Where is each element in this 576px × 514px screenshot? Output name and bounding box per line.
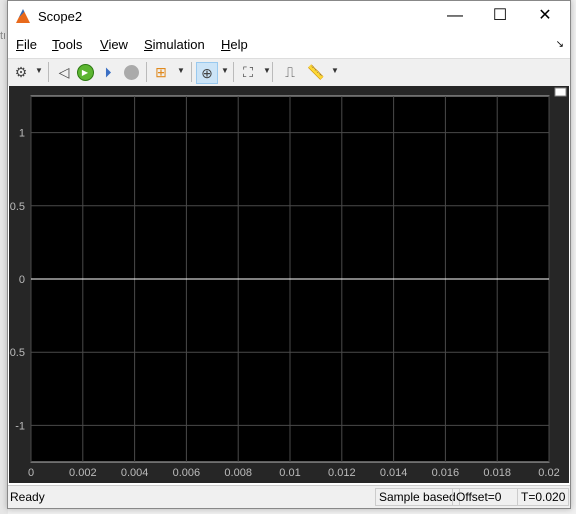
status-text: Ready bbox=[10, 490, 45, 504]
y-tick-label: 1 bbox=[19, 128, 25, 140]
x-tick-label: 0.008 bbox=[224, 467, 252, 479]
separator bbox=[272, 62, 273, 82]
menu-bar: File Tools View Simulation Help ↘ bbox=[8, 33, 570, 57]
x-tick-label: 0.012 bbox=[328, 467, 356, 479]
measurements-dropdown[interactable]: ▼ bbox=[331, 66, 339, 75]
separator bbox=[191, 62, 192, 82]
gear-icon[interactable]: ⚙ bbox=[11, 62, 31, 82]
menu-tools[interactable]: Tools bbox=[52, 37, 82, 52]
minimize-button[interactable]: — bbox=[432, 1, 478, 31]
x-tick-label: 0.016 bbox=[432, 467, 460, 479]
window-title: Scope2 bbox=[38, 9, 83, 24]
y-tick-label: 0 bbox=[19, 274, 25, 286]
y-tick-label: -1 bbox=[15, 420, 25, 432]
menu-file[interactable]: File bbox=[16, 37, 37, 52]
autoscale-icon[interactable]: ⛶ bbox=[238, 62, 258, 82]
undock-icon[interactable]: ↘ bbox=[556, 39, 564, 50]
step-back-icon[interactable]: ◁ bbox=[54, 62, 74, 82]
menu-view[interactable]: View bbox=[100, 37, 128, 52]
status-bar: Ready Sample based Offset=0 T=0.020 bbox=[8, 485, 570, 508]
separator bbox=[146, 62, 147, 82]
step-forward-icon[interactable]: ⏵ bbox=[98, 62, 118, 82]
signal-dropdown[interactable]: ▼ bbox=[177, 66, 185, 75]
zoom-dropdown[interactable]: ▼ bbox=[221, 66, 229, 75]
title-bar[interactable]: Scope2 — ☐ ✕ bbox=[8, 1, 570, 31]
run-icon[interactable]: ▶ bbox=[75, 62, 95, 82]
x-tick-label: 0 bbox=[28, 467, 34, 479]
y-tick-label: 0.5 bbox=[10, 201, 25, 213]
x-tick-label: 0.02 bbox=[538, 467, 559, 479]
status-time: T=0.020 bbox=[517, 488, 570, 506]
background-text: tı bbox=[0, 30, 7, 42]
status-offset: Offset=0 bbox=[452, 488, 518, 506]
x-tick-label: 0.006 bbox=[173, 467, 201, 479]
status-mode: Sample based bbox=[375, 488, 460, 506]
menu-help[interactable]: Help bbox=[221, 37, 248, 52]
scope-display: 0 0.002 0.004 0.006 0.008 0.01 0.012 0.014 0.016… bbox=[6, 86, 569, 483]
stop-icon[interactable] bbox=[121, 62, 141, 82]
x-tick-label: 0.01 bbox=[279, 467, 300, 479]
x-tick-label: 0.018 bbox=[483, 467, 511, 479]
measurements-icon[interactable]: 📏 bbox=[306, 62, 326, 82]
maximize-button[interactable]: ☐ bbox=[477, 1, 523, 31]
toolbar: ⚙ ▼ ◁ ▶ ⏵ ⊞ ▼ ⊕ ▼ ⛶ ▼ ⎍ 📏 ▼ bbox=[8, 58, 570, 86]
triggers-icon[interactable]: ⎍ bbox=[280, 62, 300, 82]
gear-dropdown[interactable]: ▼ bbox=[35, 66, 43, 75]
separator bbox=[233, 62, 234, 82]
x-tick-label: 0.014 bbox=[380, 467, 408, 479]
matlab-icon bbox=[16, 9, 30, 23]
close-button[interactable]: ✕ bbox=[522, 1, 568, 31]
x-tick-label: 0.004 bbox=[121, 467, 149, 479]
signal-select-icon[interactable]: ⊞ bbox=[151, 62, 171, 82]
zoom-in-icon[interactable]: ⊕ bbox=[196, 62, 218, 84]
y-tick-label: -0.5 bbox=[9, 347, 25, 359]
menu-simulation[interactable]: Simulation bbox=[144, 37, 205, 52]
x-tick-label: 0.002 bbox=[69, 467, 97, 479]
restore-axes-icon[interactable] bbox=[554, 87, 567, 97]
scope-window: Scope2 — ☐ ✕ File Tools View Simulation … bbox=[6, 0, 571, 509]
autoscale-dropdown[interactable]: ▼ bbox=[263, 66, 271, 75]
separator bbox=[48, 62, 49, 82]
plot-area[interactable]: 0 0.002 0.004 0.006 0.008 0.01 0.012 0.014 0.016… bbox=[6, 86, 569, 483]
